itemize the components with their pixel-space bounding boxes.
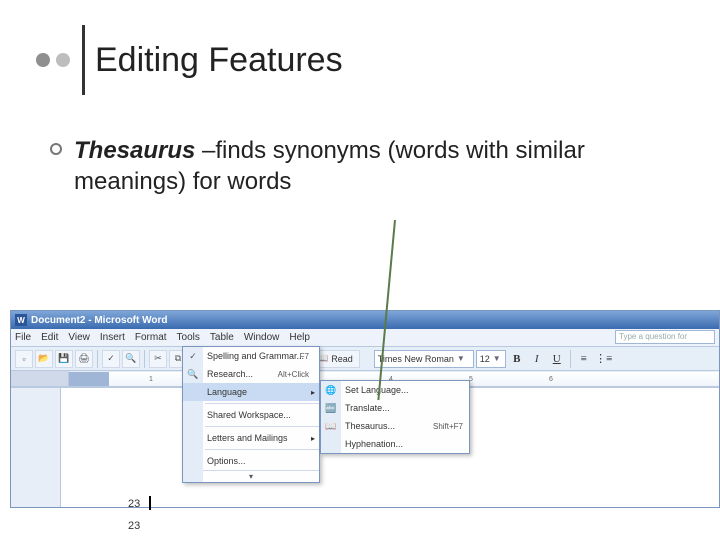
menu-shortcut: Shift+F7 xyxy=(433,422,463,431)
bullet-marker-icon xyxy=(50,143,62,155)
menu-label: Translate... xyxy=(345,403,390,413)
font-size-value: 12 xyxy=(480,354,490,364)
slide-header: Editing Features xyxy=(16,30,343,90)
menu-label: Shared Workspace... xyxy=(207,410,291,420)
menu-separator xyxy=(205,449,319,450)
toolbar-sep xyxy=(97,350,98,368)
ruler-left-gutter xyxy=(11,371,69,386)
save-button[interactable]: 💾 xyxy=(55,350,73,368)
globe-icon: 🌐 xyxy=(324,383,338,397)
menu-format[interactable]: Format xyxy=(135,332,167,343)
menu-file[interactable]: File xyxy=(15,332,31,343)
underline-button[interactable]: U xyxy=(548,350,566,368)
word-app-icon: W xyxy=(15,314,27,326)
chevron-down-icon: ▼ xyxy=(493,354,501,363)
menu-label: Spelling and Grammar... xyxy=(207,351,304,361)
submenu-item-hyphenation[interactable]: Hyphenation... xyxy=(321,435,469,453)
toolbar-sep xyxy=(144,350,145,368)
left-gutter xyxy=(11,388,61,507)
window-title: Document2 - Microsoft Word xyxy=(31,315,167,326)
menu-tools[interactable]: Tools xyxy=(177,332,200,343)
submenu-item-translate[interactable]: 🔤 Translate... xyxy=(321,399,469,417)
menu-window[interactable]: Window xyxy=(244,332,280,343)
menu-label: Letters and Mailings xyxy=(207,433,288,443)
pointer-arrow xyxy=(365,220,405,400)
slide-title: Editing Features xyxy=(95,41,343,80)
menu-item-research[interactable]: 🔍 Research... Alt+Click xyxy=(183,365,319,383)
menu-separator xyxy=(205,426,319,427)
bullet-dots xyxy=(16,53,70,67)
toolbar-sep xyxy=(570,350,571,368)
chevron-down-icon: ▼ xyxy=(457,354,465,363)
chevron-right-icon: ▸ xyxy=(311,388,315,397)
menu-insert[interactable]: Insert xyxy=(100,332,125,343)
slide-page-number: 23 xyxy=(128,498,140,510)
menu-item-spelling[interactable]: ✓ Spelling and Grammar... F7 xyxy=(183,347,319,365)
page-number: 23 xyxy=(128,520,140,532)
bullet-row: Thesaurus –finds synonyms (words with si… xyxy=(50,135,690,197)
menu-expand-button[interactable]: ▾ xyxy=(183,470,319,482)
menu-separator xyxy=(205,403,319,404)
menu-item-letters-mailings[interactable]: Letters and Mailings ▸ xyxy=(183,429,319,447)
align-left-button[interactable]: ≡ xyxy=(575,350,593,368)
menu-shortcut: F7 xyxy=(300,352,309,361)
spellcheck-button[interactable]: ✓ xyxy=(102,350,120,368)
translate-icon: 🔤 xyxy=(324,401,338,415)
dot-2 xyxy=(36,53,50,67)
font-size-select[interactable]: 12 ▼ xyxy=(476,350,506,368)
menu-view[interactable]: View xyxy=(68,332,90,343)
menu-label: Language xyxy=(207,387,247,397)
bullets-button[interactable]: ⋮≡ xyxy=(595,350,613,368)
menu-label: Thesaurus... xyxy=(345,421,395,431)
dot-3 xyxy=(56,53,70,67)
chevron-right-icon: ▸ xyxy=(311,434,315,443)
menu-table[interactable]: Table xyxy=(210,332,234,343)
new-doc-button[interactable]: ▫ xyxy=(15,350,33,368)
check-icon: ✓ xyxy=(186,349,200,363)
help-search-input[interactable]: Type a question for xyxy=(615,330,715,344)
text-cursor xyxy=(149,496,151,510)
menu-label: Options... xyxy=(207,456,246,466)
ruler-tick: 1 xyxy=(149,376,153,383)
menu-help[interactable]: Help xyxy=(289,332,310,343)
menu-shortcut: Alt+Click xyxy=(278,370,309,379)
bullet-strong: Thesaurus xyxy=(74,137,195,164)
open-button[interactable]: 📂 xyxy=(35,350,53,368)
menu-label: Hyphenation... xyxy=(345,439,403,449)
tools-dropdown-menu: ✓ Spelling and Grammar... F7 🔍 Research.… xyxy=(182,346,320,483)
menu-label: Research... xyxy=(207,369,253,379)
bold-button[interactable]: B xyxy=(508,350,526,368)
research-button[interactable]: 🔍 xyxy=(122,350,140,368)
menu-item-language[interactable]: Language ▸ xyxy=(183,383,319,401)
dot-1 xyxy=(16,53,30,67)
italic-button[interactable]: I xyxy=(528,350,546,368)
search-icon: 🔍 xyxy=(186,367,200,381)
menu-edit[interactable]: Edit xyxy=(41,332,58,343)
cut-button[interactable]: ✂ xyxy=(149,350,167,368)
title-divider xyxy=(82,25,85,95)
ruler-tick: 6 xyxy=(549,376,553,383)
menu-item-shared-workspace[interactable]: Shared Workspace... xyxy=(183,406,319,424)
bullet-text: Thesaurus –finds synonyms (words with si… xyxy=(74,135,690,197)
submenu-item-thesaurus[interactable]: 📖 Thesaurus... Shift+F7 xyxy=(321,417,469,435)
read-label: Read xyxy=(331,354,353,364)
print-button[interactable]: 🖨 xyxy=(75,350,93,368)
menu-item-options[interactable]: Options... xyxy=(183,452,319,470)
book-icon: 📖 xyxy=(324,419,338,433)
